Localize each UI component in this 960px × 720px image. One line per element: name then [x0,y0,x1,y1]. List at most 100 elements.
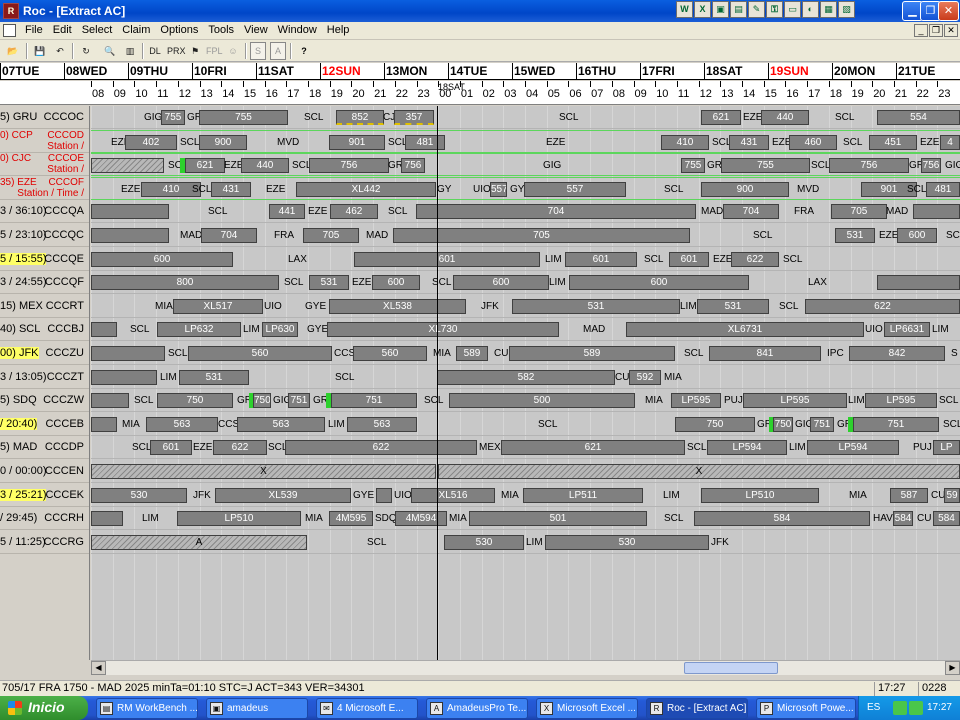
flight-segment[interactable] [91,417,117,432]
flight-segment[interactable]: LP632 [157,322,241,337]
aircraft-row-label[interactable]: 3 / 25:21) CCCEK [0,484,89,507]
flight-segment[interactable]: 704 [723,204,779,219]
flight-segment[interactable]: 755 [161,110,185,125]
flight-segment[interactable]: 705 [303,228,359,243]
flight-segment[interactable] [91,322,117,337]
scroll-thumb[interactable] [684,662,778,674]
quicklaunch-icon[interactable]: ▣ [712,1,729,18]
s-button[interactable]: S [250,42,266,60]
flight-segment[interactable]: 531 [697,299,769,314]
flight-segment[interactable]: LP594 [807,440,899,455]
aircraft-row-label[interactable]: / 29:45) CCCRH [0,507,89,530]
flight-segment[interactable]: LP594 [707,440,787,455]
flight-segment[interactable]: 501 [469,511,647,526]
flight-segment[interactable]: 563 [237,417,325,432]
flight-segment[interactable]: 755 [721,158,810,173]
flight-segment[interactable]: LP595 [865,393,937,408]
language-indicator[interactable]: ES [867,702,880,713]
flight-segment[interactable] [877,275,960,290]
prx-button[interactable]: PRX [166,42,186,60]
dl-button[interactable]: DL [146,42,164,60]
people-icon[interactable]: ☺ [224,42,242,60]
flight-segment[interactable]: 755 [681,158,705,173]
flight-segment[interactable]: 756 [309,158,389,173]
aircraft-row-label[interactable]: 0) CCP CCCOD Station / [0,130,89,153]
flight-segment[interactable]: LP [933,440,960,455]
flight-segment[interactable]: 600 [372,275,420,290]
aircraft-row-label[interactable]: 15) MEX CCCRT [0,295,89,318]
flight-segment[interactable]: 587 [890,488,928,503]
flight-segment[interactable]: 704 [201,228,257,243]
flight-segment[interactable] [91,346,165,361]
flight-segment[interactable]: LP595 [743,393,847,408]
aircraft-row-label[interactable]: 3 / 36:10) CCCQA [0,200,89,223]
flight-segment[interactable]: XL442 [296,182,436,197]
flight-segment[interactable]: 600 [453,275,549,290]
flight-segment[interactable]: 460 [789,135,837,150]
flight-segment[interactable]: 601 [150,440,192,455]
document-icon[interactable] [3,24,16,37]
flight-segment[interactable]: 59 [944,488,960,503]
flight-segment[interactable]: LP511 [523,488,643,503]
menu-claim[interactable]: Claim [117,24,155,36]
taskbar-button[interactable]: R Roc - [Extract AC] [646,698,748,719]
flight-segment[interactable]: 584 [893,511,913,526]
aircraft-row-label[interactable]: 0) CJC CCCOE Station / [0,153,89,176]
flight-segment[interactable]: 530 [91,488,187,503]
aircraft-row-label[interactable]: 5 / 15:55) CCCQE [0,248,89,271]
aircraft-row-label[interactable]: 5 / 11:25) CCCRG [0,531,89,554]
menu-edit[interactable]: Edit [48,24,77,36]
flight-segment[interactable]: 4 [940,135,960,150]
flight-segment[interactable]: 481 [926,182,960,197]
chart-icon[interactable]: ▥ [121,42,139,60]
flight-segment[interactable]: 600 [897,228,937,243]
mdi-close-button[interactable]: ✕ [944,24,958,37]
start-button[interactable]: Inicio [0,696,88,720]
taskbar-button[interactable]: P Microsoft Powe... [756,698,856,719]
flight-segment[interactable]: LP6631 [884,322,930,337]
quicklaunch-icon[interactable]: ◐ [802,1,819,18]
undo-icon[interactable]: ↶ [51,42,69,60]
scroll-left-icon[interactable]: ◀ [91,661,106,675]
flight-segment[interactable]: 531 [179,370,249,385]
flight-segment[interactable] [913,204,960,219]
menu-window[interactable]: Window [273,24,322,36]
aircraft-row-label[interactable]: 3 / 24:55) CCCQF [0,271,89,294]
flight-segment[interactable]: 751 [853,417,939,432]
flight-segment[interactable] [91,511,123,526]
flight-segment[interactable]: XL516 [411,488,495,503]
stat-icon[interactable]: ⚑ [186,42,204,60]
flight-segment[interactable]: 756 [829,158,909,173]
a-button[interactable]: A [270,42,286,60]
flight-segment[interactable]: 751 [288,393,310,408]
aircraft-row-label[interactable]: 00) JFK CCCZU [0,342,89,365]
flight-segment[interactable]: 622 [805,299,960,314]
flight-segment[interactable]: 531 [309,275,349,290]
rotation-gantt[interactable]: GIG 755 GR 755 SCL 852 CJ 357 SCL 621 EZE 440 SCL 554… [91,106,960,660]
flight-segment[interactable]: 750 [157,393,233,408]
tray-network-icon[interactable] [909,701,923,715]
flight-segment[interactable]: 451 [869,135,917,150]
maintenance-block[interactable] [91,158,164,173]
mdi-restore-button[interactable]: ❐ [929,24,943,37]
flight-segment[interactable] [91,393,129,408]
flight-segment[interactable]: 582 [437,370,615,385]
flight-segment[interactable]: 621 [185,158,225,173]
horizontal-scrollbar[interactable]: ◀ ▶ [91,660,960,675]
flight-segment[interactable]: LP595 [671,393,721,408]
flight-segment[interactable]: 622 [731,252,779,267]
quicklaunch-icon[interactable]: W [676,1,693,18]
aircraft-row-label[interactable]: 5) MAD CCCDP [0,436,89,459]
flight-segment[interactable]: 622 [213,440,267,455]
quicklaunch-icon[interactable]: ▤ [730,1,747,18]
flight-segment[interactable]: 901 [329,135,385,150]
flight-segment[interactable]: 900 [701,182,789,197]
close-button[interactable]: ✕ [938,1,959,21]
flight-segment[interactable]: 600 [569,275,749,290]
flight-segment[interactable]: 751 [331,393,417,408]
aircraft-row-label[interactable]: 3 / 13:05) CCCZT [0,366,89,389]
flight-segment[interactable]: 4M595 [329,511,373,526]
flight-segment[interactable]: 600 [91,252,233,267]
flight-segment[interactable]: 554 [877,110,960,125]
taskbar-button[interactable]: ▣ amadeus [206,698,308,719]
